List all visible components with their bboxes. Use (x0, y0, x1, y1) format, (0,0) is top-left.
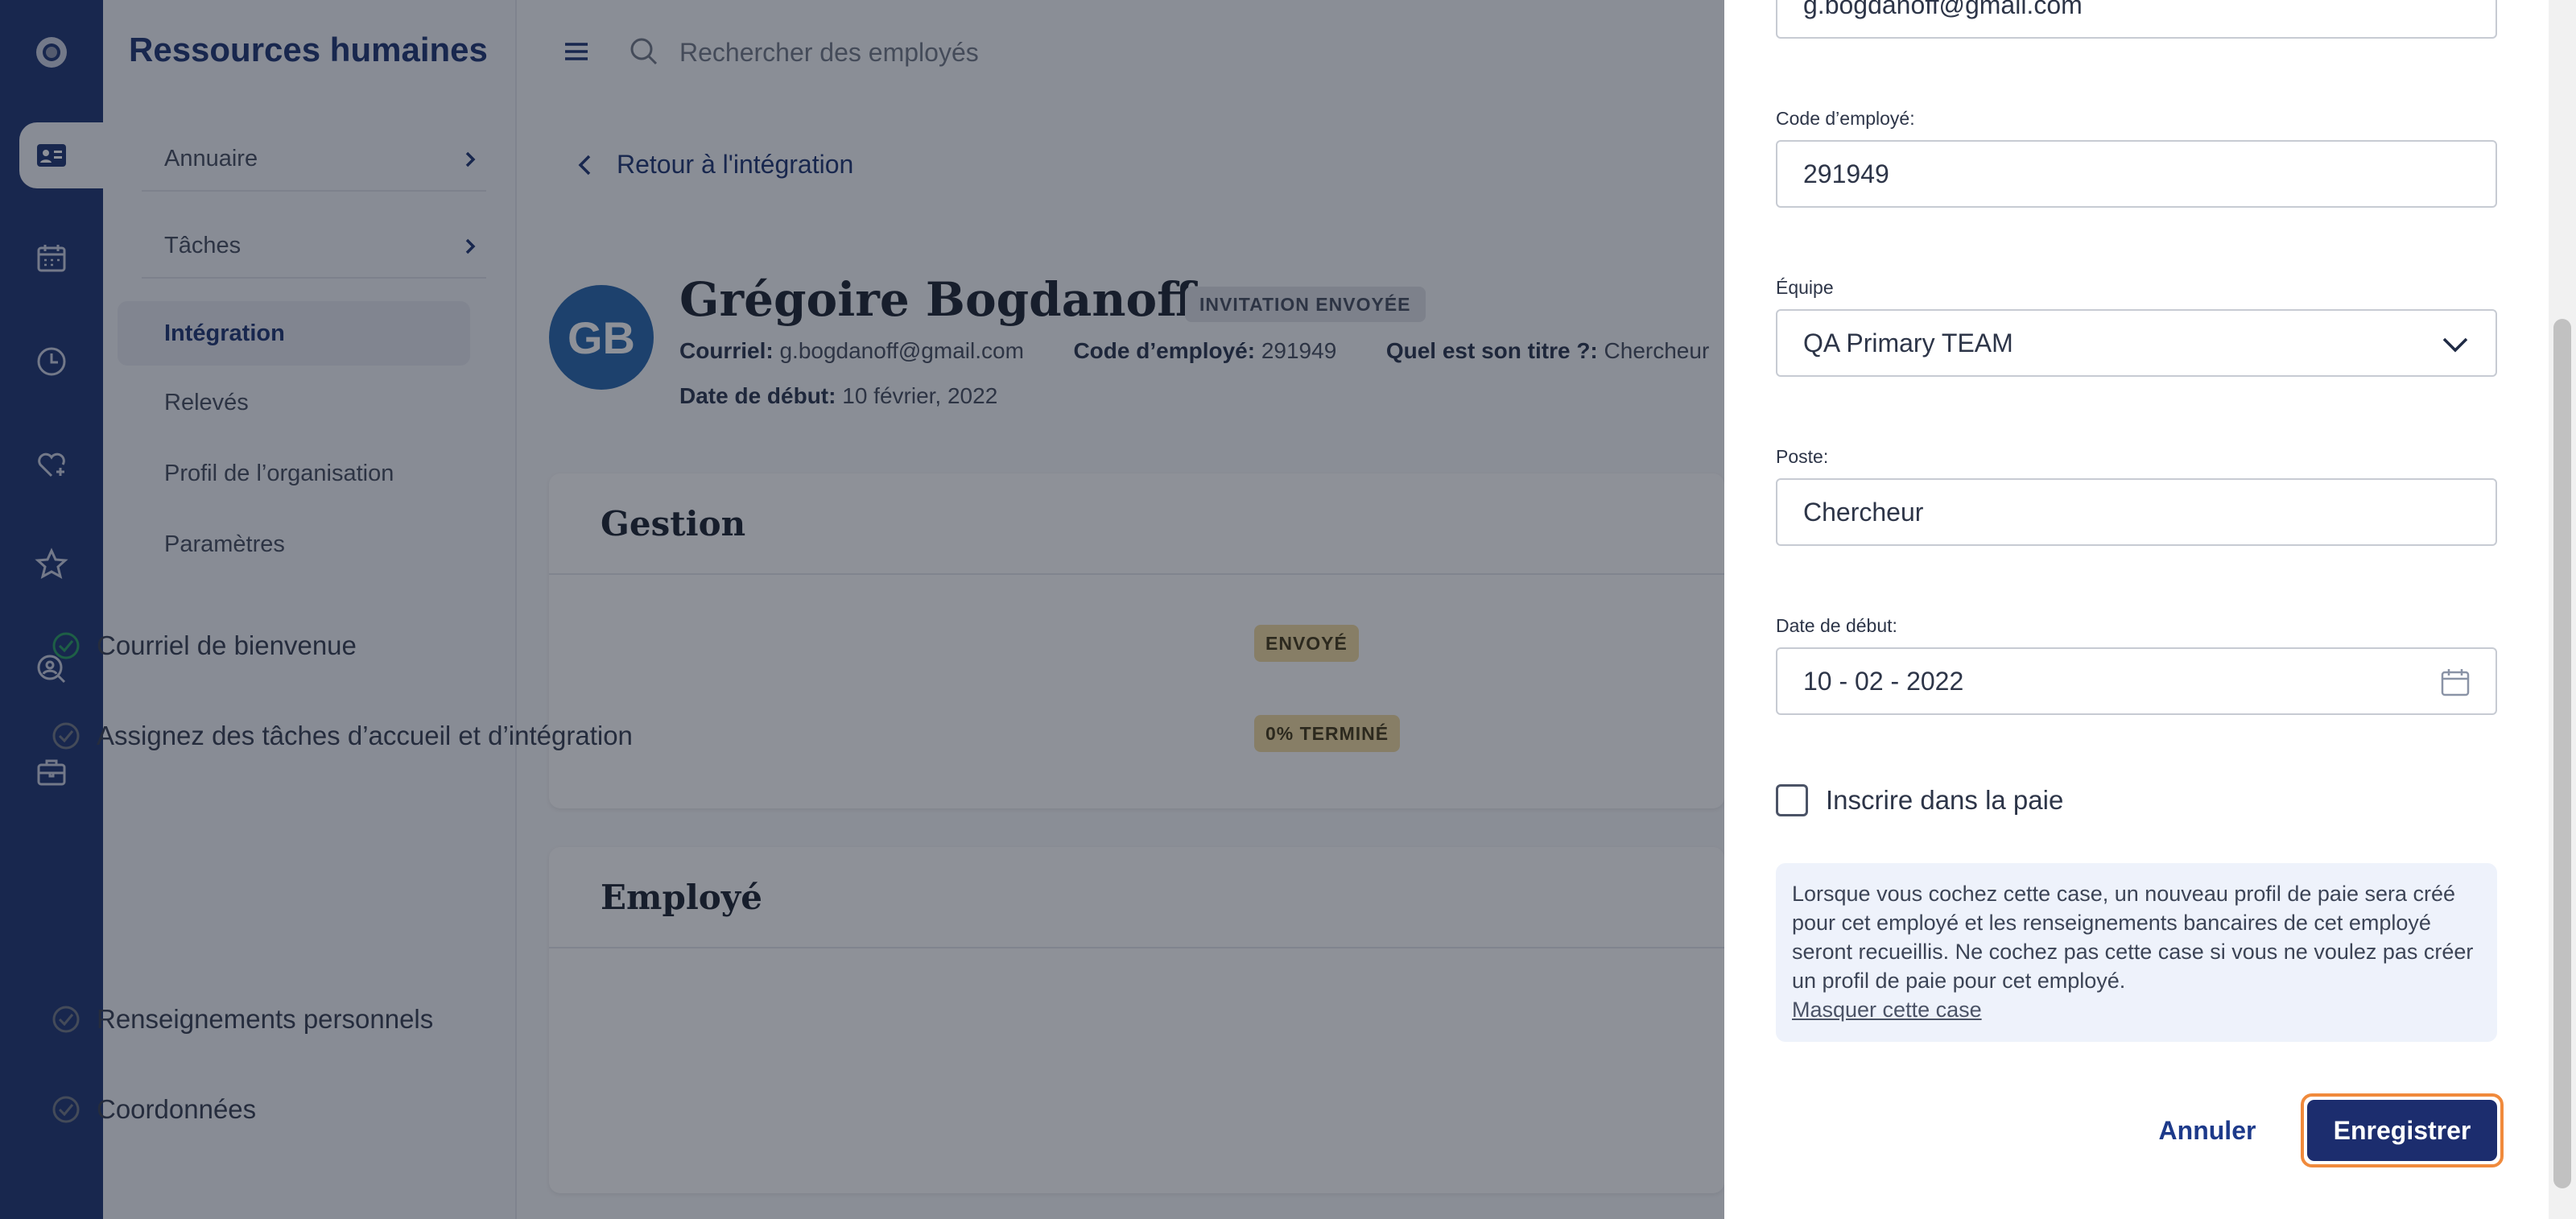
position-value: Chercheur (1803, 497, 1924, 527)
chevron-down-icon (2442, 337, 2468, 353)
modal-backdrop[interactable] (0, 0, 1724, 1219)
save-button-label: Enregistrer (2307, 1100, 2497, 1161)
start-date-field[interactable]: 10 - 02 - 2022 (1776, 647, 2497, 715)
email-field[interactable]: g.bogdanoff@gmail.com (1776, 0, 2497, 39)
team-select-value: QA Primary TEAM (1803, 328, 2013, 357)
cancel-button[interactable]: Annuler (2143, 1097, 2272, 1164)
start-date-value: 10 - 02 - 2022 (1803, 666, 1964, 696)
position-field-label: Poste: (1776, 446, 1829, 467)
save-button[interactable]: Enregistrer (2301, 1093, 2504, 1167)
payroll-info-text: Lorsque vous cochez cette case, un nouve… (1792, 882, 2474, 993)
hide-box-link[interactable]: Masquer cette case (1792, 995, 2481, 1024)
payroll-info-box: Lorsque vous cochez cette case, un nouve… (1776, 863, 2497, 1042)
payroll-checkbox-row[interactable]: Inscrire dans la paie (1776, 784, 2063, 816)
team-select[interactable]: QA Primary TEAM (1776, 309, 2497, 377)
calendar-icon[interactable] (2438, 665, 2473, 700)
payroll-label: Inscrire dans la paie (1826, 785, 2064, 815)
scrollbar-thumb[interactable] (2553, 319, 2571, 1188)
code-field-label: Code d’employé: (1776, 108, 1915, 129)
employee-code-field[interactable]: 291949 (1776, 140, 2497, 208)
payroll-checkbox[interactable] (1776, 784, 1808, 816)
position-field[interactable]: Chercheur (1776, 478, 2497, 546)
edit-employee-drawer: g.bogdanoff@gmail.com Code d’employé: 29… (1724, 0, 2576, 1219)
team-field-label: Équipe (1776, 277, 1834, 298)
email-field-value: g.bogdanoff@gmail.com (1803, 0, 2083, 19)
employee-code-value: 291949 (1803, 159, 1889, 188)
start-date-label: Date de début: (1776, 615, 1897, 636)
